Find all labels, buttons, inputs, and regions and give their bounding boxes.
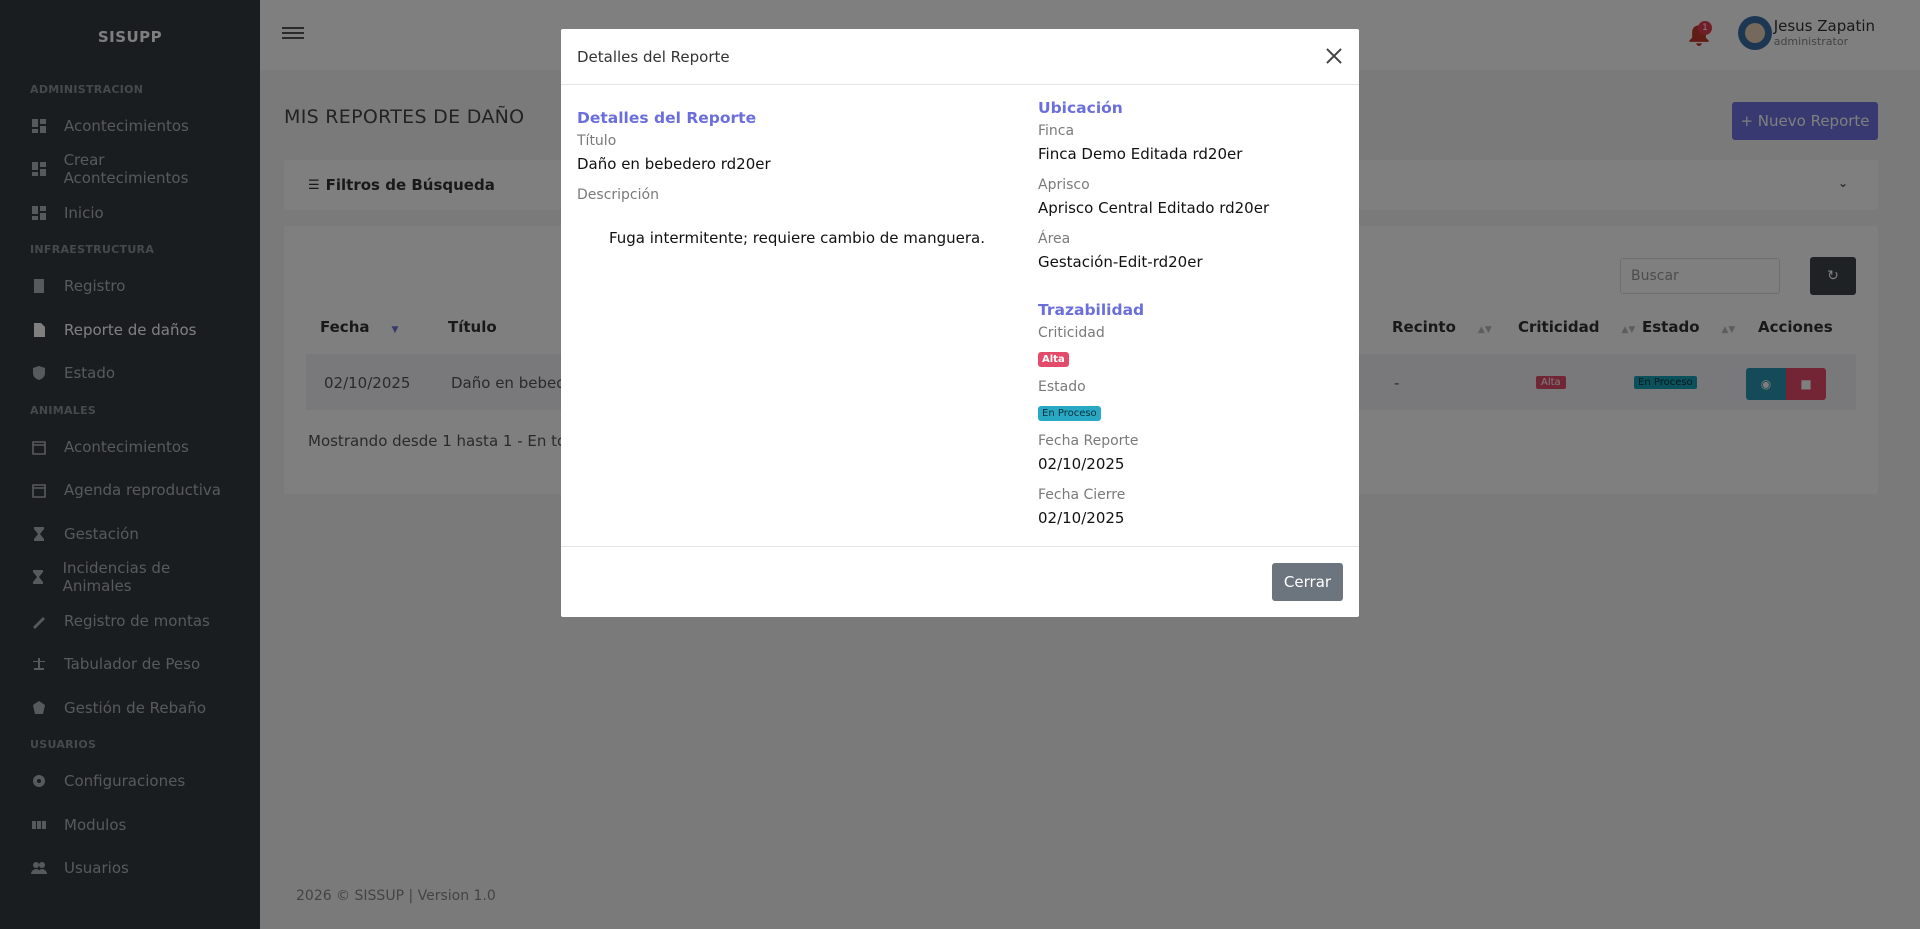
fecha-cierre-label: Fecha Cierre — [1038, 487, 1126, 503]
ubicacion-heading: Ubicación — [1038, 99, 1123, 117]
trazabilidad-heading: Trazabilidad — [1038, 301, 1145, 319]
finca-label: Finca — [1038, 123, 1075, 139]
aprisco-label: Aprisco — [1038, 177, 1090, 193]
titulo-label: Título — [577, 133, 617, 149]
fecha-reporte-value: 02/10/2025 — [1038, 455, 1125, 473]
titulo-value: Daño en bebedero rd20er — [577, 155, 771, 173]
descripcion-label: Descripción — [577, 187, 659, 203]
criticidad-label: Criticidad — [1038, 325, 1105, 341]
modal-title: Detalles del Reporte — [577, 47, 730, 66]
descripcion-value: Fuga intermitente; requiere cambio de ma… — [608, 229, 986, 247]
modal-footer: Cerrar — [561, 546, 1359, 617]
estado-badge: En Proceso — [1038, 406, 1101, 421]
close-button[interactable]: Cerrar — [1272, 563, 1343, 601]
details-heading: Detalles del Reporte — [577, 109, 757, 127]
finca-value: Finca Demo Editada rd20er — [1038, 145, 1243, 163]
aprisco-value: Aprisco Central Editado rd20er — [1038, 199, 1270, 217]
fecha-cierre-value: 02/10/2025 — [1038, 509, 1125, 527]
report-details-modal: Detalles del Reporte Detalles del Report… — [561, 29, 1359, 617]
fecha-reporte-label: Fecha Reporte — [1038, 433, 1139, 449]
area-label: Área — [1038, 231, 1071, 247]
area-value: Gestación-Edit-rd20er — [1038, 253, 1203, 271]
traceability-section: Trazabilidad Criticidad Alta Estado En P… — [1038, 301, 1338, 527]
estado-label: Estado — [1038, 379, 1086, 395]
criticidad-badge: Alta — [1038, 352, 1069, 367]
report-details-section: Detalles del Reporte Título Daño en bebe… — [577, 109, 1017, 247]
close-icon[interactable] — [1323, 45, 1345, 67]
location-section: Ubicación Finca Finca Demo Editada rd20e… — [1038, 99, 1338, 541]
modal-header: Detalles del Reporte — [561, 29, 1359, 85]
